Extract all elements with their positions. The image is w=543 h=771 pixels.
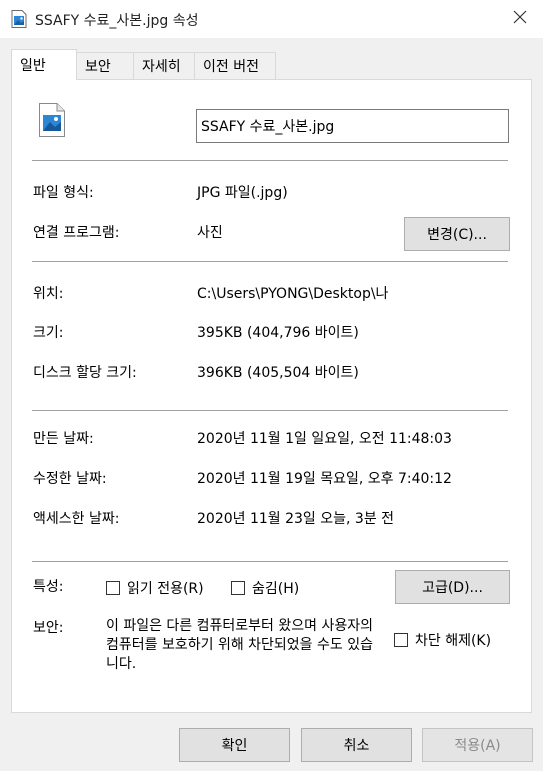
readonly-label: 읽기 전용(R) [127,581,204,597]
image-file-icon [11,10,27,28]
tab-details[interactable]: 자세히 [133,52,195,79]
divider [32,561,508,562]
size-value: 395KB (404,796 바이트) [197,325,359,341]
advanced-button[interactable]: 고급(D)... [395,570,510,604]
close-icon [513,10,527,28]
tab-label: 일반 [20,58,46,74]
attributes-label: 특성: [33,579,64,595]
hidden-checkbox[interactable]: 숨김(H) [231,578,299,598]
accessed-value: 2020년 11월 23일 오늘, 3분 전 [197,511,395,527]
disk-size-value: 396KB (405,504 바이트) [197,365,359,381]
window-title: SSAFY 수료_사본.jpg 속성 [35,13,199,29]
file-type-value: JPG 파일(.jpg) [197,185,288,201]
divider [32,410,508,411]
hidden-label: 숨김(H) [252,581,300,597]
divider [32,160,508,161]
tab-label: 이전 버전 [203,59,259,75]
image-file-icon [38,103,66,137]
created-value: 2020년 11월 1일 일요일, 오전 11:48:03 [197,431,452,447]
size-label: 크기: [33,325,64,341]
title-bar: SSAFY 수료_사본.jpg 속성 [0,0,543,38]
close-button[interactable] [497,0,543,38]
tab-general[interactable]: 일반 [11,49,77,80]
apply-button[interactable]: 적용(A) [422,728,533,762]
disk-size-label: 디스크 할당 크기: [33,365,137,381]
unblock-checkbox[interactable]: 차단 해제(K) [394,630,491,650]
file-type-label: 파일 형식: [33,185,94,201]
divider [32,261,508,262]
ok-button[interactable]: 확인 [179,728,290,762]
tab-security[interactable]: 보안 [76,52,134,79]
modified-label: 수정한 날짜: [33,471,107,487]
tab-label: 보안 [85,59,111,75]
cancel-button[interactable]: 취소 [301,728,412,762]
opens-with-label: 연결 프로그램: [33,225,120,241]
accessed-label: 액세스한 날짜: [33,511,120,527]
checkbox-box[interactable] [394,633,408,647]
security-message: 이 파일은 다른 컴퓨터로부터 왔으며 사용자의 컴퓨터를 보호하기 위해 차단… [106,618,373,672]
modified-value: 2020년 11월 19일 목요일, 오후 7:40:12 [197,471,452,487]
checkbox-box[interactable] [231,581,245,595]
readonly-checkbox[interactable]: 읽기 전용(R) [106,578,204,598]
filename-input[interactable]: SSAFY 수료_사본.jpg [196,109,509,143]
tab-previous-versions[interactable]: 이전 버전 [194,52,276,79]
opens-with-value: 사진 [197,225,223,241]
change-button[interactable]: 변경(C)... [404,217,510,251]
unblock-label: 차단 해제(K) [415,633,492,649]
checkbox-box[interactable] [106,581,120,595]
security-label: 보안: [33,620,64,636]
tab-label: 자세히 [142,59,181,75]
created-label: 만든 날짜: [33,431,94,447]
location-value: C:\Users\PYONG\Desktop\나 [197,286,389,302]
location-label: 위치: [33,286,64,302]
